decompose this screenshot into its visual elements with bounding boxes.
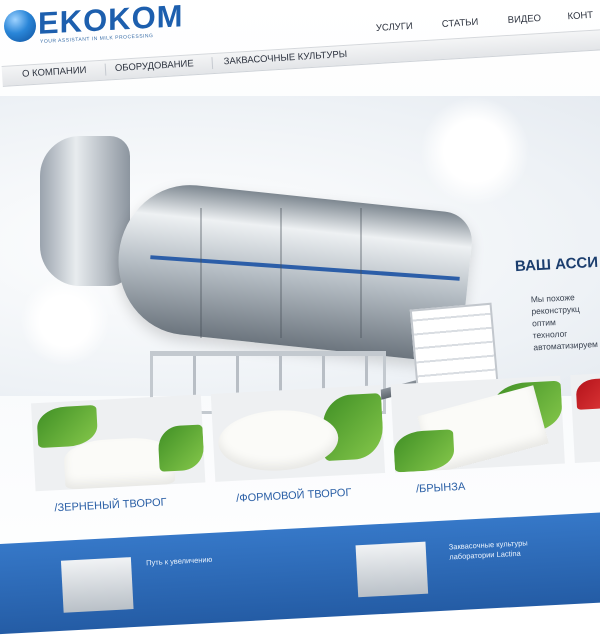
- hero-banner[interactable]: ВАШ АССИ Мы похоже реконструкц оптим тех…: [0, 96, 600, 434]
- tomato-image: [575, 377, 600, 410]
- product-cards: /ЗЕРНЕНЫЙ ТВОРОГ /ФОРМОВОЙ ТВОРОГ /БРЫНЗ…: [0, 352, 600, 545]
- product-card-partial[interactable]: [570, 372, 600, 464]
- product-link-molded-curd[interactable]: /ФОРМОВОЙ ТВОРОГ: [236, 487, 352, 505]
- product-link-brynza[interactable]: /БРЫНЗА: [416, 481, 466, 496]
- rear-tank-image: [40, 136, 130, 286]
- news-item[interactable]: Путь к увеличению: [146, 555, 213, 568]
- nav-item-services[interactable]: УСЛУГИ: [376, 21, 413, 34]
- news-item[interactable]: Заквасочные культуры лаборатории Lactina: [449, 538, 529, 562]
- news-text: Путь к увеличению: [145, 554, 213, 568]
- vat-ring: [360, 208, 362, 338]
- page: EKOKOM YOUR ASSISTANT IN MILK PROCESSING…: [0, 0, 600, 635]
- product-card-molded-curd[interactable]: [210, 385, 386, 482]
- product-link-granular-curd[interactable]: /ЗЕРНЕНЫЙ ТВОРОГ: [54, 496, 167, 514]
- molded-curd-image: [216, 407, 340, 474]
- product-card-brynza[interactable]: [390, 375, 565, 473]
- nav-item-articles[interactable]: СТАТЬИ: [442, 17, 479, 30]
- milk-splash-image: [420, 96, 530, 206]
- product-card-granular-curd[interactable]: [31, 394, 206, 492]
- vat-ring: [280, 208, 282, 338]
- vat-ring: [200, 208, 202, 338]
- news-thumbnail[interactable]: [60, 557, 134, 613]
- nav-item-video[interactable]: ВИДЕО: [507, 13, 541, 26]
- lettuce-image: [157, 424, 205, 472]
- news-thumbnail[interactable]: [355, 541, 429, 598]
- hero-description: Мы похоже реконструкц оптим технолог авт…: [530, 289, 600, 354]
- nav-item-contacts[interactable]: КОНТ: [567, 10, 593, 23]
- milk-splash-image: [20, 276, 110, 366]
